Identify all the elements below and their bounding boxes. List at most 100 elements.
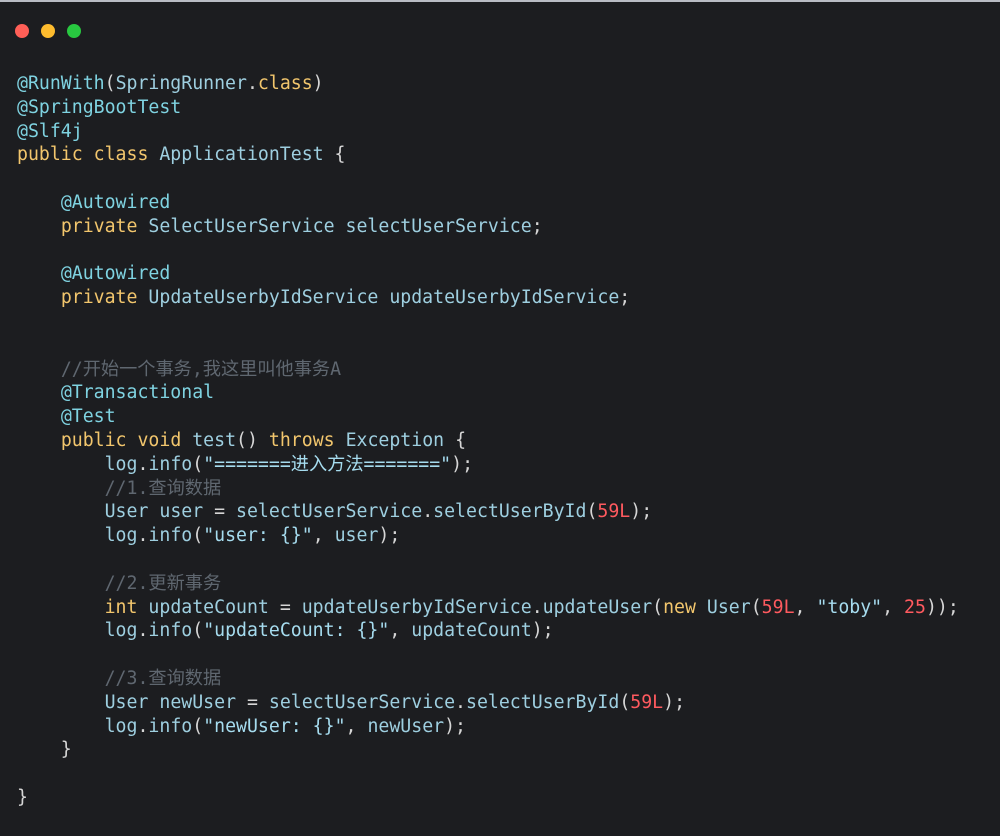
code-token: User <box>706 596 751 618</box>
code-token: updateUserbyIdService <box>301 596 532 618</box>
code-token: user <box>334 525 379 547</box>
code-token: ); <box>444 715 467 737</box>
code-token: "updateCount: {}" <box>203 620 390 642</box>
code-token: , <box>312 525 335 547</box>
code-token: @Test <box>60 406 116 428</box>
code-token: @SpringBootTest <box>17 96 182 118</box>
code-token: newUser <box>367 715 445 737</box>
code-token: . <box>137 453 149 475</box>
code-token: @Slf4j <box>17 120 83 142</box>
code-token: public <box>17 144 83 166</box>
code-token: selectUserService <box>334 215 532 237</box>
code-line: //开始一个事务,我这里叫他事务A <box>17 358 959 382</box>
code-token: 59L <box>597 501 631 523</box>
code-line: @Autowired <box>17 191 959 215</box>
code-line: private SelectUserService selectUserServ… <box>17 215 959 239</box>
code-token: private <box>60 287 138 309</box>
code-line: log.info("newUser: {}", newUser); <box>17 715 959 739</box>
code-token: User <box>104 691 149 713</box>
code-token: updateCount <box>411 620 532 642</box>
code-token: void <box>137 429 182 451</box>
maximize-button[interactable] <box>67 24 81 38</box>
code-token: log <box>104 453 138 475</box>
code-token: 59L <box>761 596 795 618</box>
code-token: ( <box>192 453 204 475</box>
code-token: user <box>148 501 215 523</box>
code-token: info <box>148 715 193 737</box>
code-token: 59L <box>630 691 664 713</box>
code-token: updateCount <box>137 596 280 618</box>
code-line: @Transactional <box>17 381 959 405</box>
code-token: throws <box>268 429 335 451</box>
code-token: Exception <box>345 429 445 451</box>
code-token: = <box>246 691 269 713</box>
code-token: } <box>17 786 28 808</box>
code-token: () <box>236 429 269 451</box>
code-token: log <box>104 715 138 737</box>
close-button[interactable] <box>15 24 29 38</box>
code-token: @Transactional <box>60 382 215 404</box>
code-line: log.info("updateCount: {}", updateCount)… <box>17 619 959 643</box>
code-token: ; <box>531 215 543 237</box>
code-token: ( <box>104 73 116 94</box>
minimize-button[interactable] <box>41 24 55 38</box>
code-token: ( <box>192 620 204 642</box>
code-token: ApplicationTest <box>159 144 324 166</box>
window-controls <box>15 24 81 38</box>
code-line: private UpdateUserbyIdService updateUser… <box>17 286 959 310</box>
code-token: } <box>17 739 72 761</box>
code-token: //1.查询数据 <box>104 477 222 499</box>
code-token: . <box>137 525 149 547</box>
code-token: . <box>531 596 543 618</box>
code-line: //2.更新事务 <box>17 572 959 596</box>
code-line: @Test <box>17 405 959 429</box>
code-token: info <box>148 620 193 642</box>
code-line: log.info("user: {}", user); <box>17 524 959 548</box>
code-token: ) <box>312 73 324 94</box>
code-token: test <box>192 429 237 451</box>
code-line: public void test() throws Exception { <box>17 429 959 453</box>
code-token: User <box>104 501 149 523</box>
code-token: . <box>137 715 149 737</box>
code-token: UpdateUserbyIdService <box>148 287 379 309</box>
code-line: @RunWith(SpringRunner.class) <box>17 72 959 96</box>
code-line: } <box>17 738 959 762</box>
code-token: . <box>455 691 466 713</box>
code-token: //3.查询数据 <box>104 667 222 689</box>
code-token: ( <box>192 715 204 737</box>
code-token: class <box>257 73 313 94</box>
code-token: selectUserService <box>268 691 456 713</box>
code-token: //2.更新事务 <box>104 572 222 594</box>
code-token: new <box>663 596 696 618</box>
code-token: , <box>389 620 412 642</box>
code-token: ); <box>451 453 474 475</box>
code-token: @RunWith <box>17 73 105 94</box>
code-token: . <box>137 620 149 642</box>
code-line: //3.查询数据 <box>17 667 959 691</box>
code-token: , <box>882 596 905 618</box>
code-token: SpringRunner <box>115 73 247 94</box>
code-line: User user = selectUserService.selectUser… <box>17 500 959 524</box>
code-token: ( <box>652 596 664 618</box>
code-token: //开始一个事务,我这里叫他事务A <box>60 358 342 380</box>
code-token: public <box>60 429 127 451</box>
code-token: 25 <box>904 596 926 618</box>
